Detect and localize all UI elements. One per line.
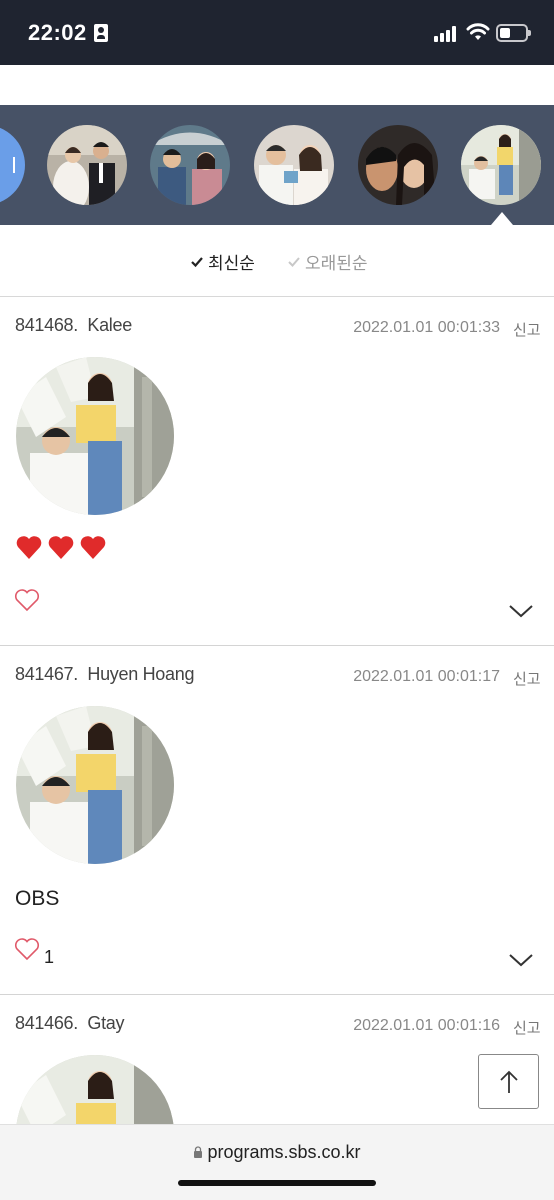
scroll-to-top-button[interactable]	[478, 1054, 539, 1109]
strip-avatar-close-up[interactable]	[358, 125, 438, 205]
url-text: programs.sbs.co.kr	[207, 1142, 361, 1162]
comment-avatar	[16, 706, 174, 864]
strip-avatar-white-outfits[interactable]	[254, 125, 334, 205]
sort-newest-label: 최신순	[208, 254, 255, 273]
sort-newest-button[interactable]: 최신순	[190, 249, 255, 274]
like-heart-icon[interactable]	[14, 937, 40, 961]
report-link[interactable]: 신고	[513, 1017, 541, 1038]
sort-bar: 최신순 오래된순	[0, 225, 554, 297]
red-heart-icon	[80, 536, 106, 559]
strip-avatar-wedding[interactable]	[47, 125, 127, 205]
status-time: 22:02	[28, 20, 87, 45]
avatar-strip[interactable]	[0, 105, 554, 225]
id-card-icon	[94, 24, 108, 42]
comment-header: 841467. Huyen Hoang	[15, 664, 194, 685]
comment-header: 841468. Kalee	[15, 315, 132, 336]
like-heart-icon[interactable]	[14, 588, 40, 612]
sort-oldest-button[interactable]: 오래된순	[287, 249, 368, 274]
strip-selected-pointer	[491, 212, 513, 225]
comment-number: 841467.	[15, 664, 78, 684]
comment-number: 841468.	[15, 315, 78, 335]
check-icon	[288, 256, 300, 267]
browser-address-bar[interactable]: programs.sbs.co.kr	[0, 1124, 554, 1200]
strip-avatar-selected[interactable]	[461, 125, 541, 205]
comment-author: Huyen Hoang	[87, 664, 195, 684]
sort-oldest-label: 오래된순	[305, 254, 368, 273]
battery-icon	[496, 24, 531, 42]
report-link[interactable]: 신고	[513, 319, 541, 340]
report-link[interactable]: 신고	[513, 668, 541, 689]
home-indicator	[178, 1180, 376, 1186]
comment-date: 2022.01.01 00:01:17	[353, 668, 500, 685]
chevron-down-icon[interactable]	[508, 952, 534, 968]
comment-avatar	[16, 1055, 174, 1124]
comment-header: 841466. Gtay	[15, 1013, 125, 1034]
chevron-down-icon[interactable]	[508, 603, 534, 619]
signal-icon	[434, 26, 460, 42]
comment-date: 2022.01.01 00:01:33	[353, 319, 500, 336]
url-display[interactable]: programs.sbs.co.kr	[0, 1142, 554, 1163]
strip-avatar-umbrella[interactable]	[150, 125, 230, 205]
like-count: 1	[44, 947, 55, 967]
comment-emoji-hearts	[15, 534, 107, 560]
check-icon	[191, 256, 203, 267]
comment-author: Gtay	[87, 1013, 125, 1033]
comment-item: 841466. Gtay 2022.01.01 00:01:16 신고	[0, 995, 554, 1124]
comment-author: Kalee	[87, 315, 132, 335]
comment-item: 841468. Kalee 2022.01.01 00:01:33 신고	[0, 297, 554, 645]
comment-text: OBS	[15, 887, 60, 910]
status-bar: 22:02	[0, 0, 554, 65]
wifi-icon	[466, 23, 490, 40]
lock-icon	[194, 1146, 203, 1158]
red-heart-icon	[16, 536, 42, 559]
header-spacer	[0, 65, 554, 105]
comment-item: 841467. Huyen Hoang 2022.01.01 00:01:17 …	[0, 646, 554, 994]
comment-avatar	[16, 357, 174, 515]
comment-number: 841466.	[15, 1013, 78, 1033]
comment-date: 2022.01.01 00:01:16	[353, 1017, 500, 1034]
arrow-up-icon	[499, 1070, 518, 1093]
strip-prev-button[interactable]	[0, 125, 25, 205]
red-heart-icon	[48, 536, 74, 559]
